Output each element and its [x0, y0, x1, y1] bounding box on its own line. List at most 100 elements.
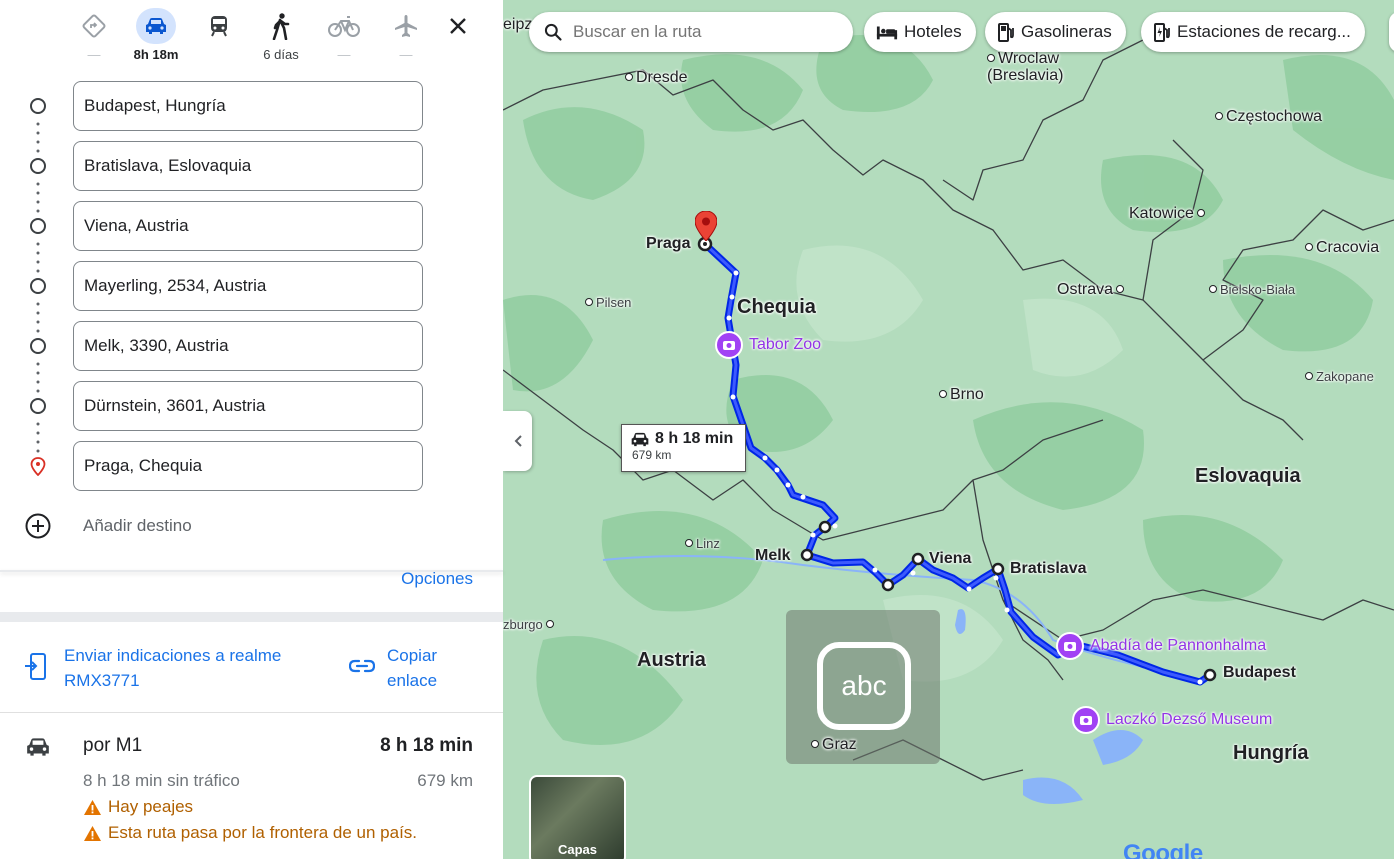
route-time: 8 h 18 min: [380, 735, 473, 756]
city-dot-icon: [987, 54, 995, 62]
city-dot-icon: [1215, 112, 1223, 120]
place-label-melk[interactable]: Melk: [755, 547, 791, 565]
poi-tabor-zoo[interactable]: Tabor Zoo: [715, 331, 821, 359]
waypoint-input[interactable]: [73, 201, 423, 251]
place-label: Graz: [811, 736, 857, 754]
city-dot-icon: [585, 298, 593, 306]
mode-best[interactable]: —: [71, 8, 117, 63]
place-label-praga[interactable]: Praga: [646, 235, 690, 253]
place-label: Bielsko-Biała: [1209, 282, 1295, 297]
close-button[interactable]: [444, 12, 472, 40]
place-label: Cracovia: [1305, 239, 1379, 257]
city-dot-icon: [1196, 209, 1205, 217]
waypoint-row: [0, 81, 503, 131]
city-dot-icon: [625, 73, 633, 81]
copy-label: Copiar enlace: [387, 646, 438, 690]
copy-link-button[interactable]: Copiar enlace: [349, 643, 447, 693]
waypoint-row: [0, 261, 503, 311]
google-logo: Google: [1123, 840, 1203, 859]
options-link[interactable]: Opciones: [401, 569, 473, 589]
waypoint-input[interactable]: [73, 141, 423, 191]
route-via: por M1: [83, 735, 143, 756]
chip-gas-stations[interactable]: Gasolineras: [985, 12, 1126, 52]
waypoint-input[interactable]: [73, 381, 423, 431]
route-no-traffic: 8 h 18 min sin tráfico: [83, 771, 240, 790]
chip-label: Gasolineras: [1021, 22, 1112, 41]
camera-pin-icon: [1056, 632, 1084, 660]
add-circle-icon: [25, 513, 51, 539]
waypoint-input[interactable]: [73, 81, 423, 131]
chevron-left-icon: [514, 435, 522, 447]
add-destination-row[interactable]: Añadir destino: [0, 506, 503, 546]
waypoint-input[interactable]: [73, 441, 423, 491]
bed-icon: [876, 26, 898, 40]
country-label: Austria: [637, 649, 706, 671]
layers-button[interactable]: Capas: [529, 775, 626, 859]
place-label-viena[interactable]: Viena: [929, 550, 971, 568]
waypoint-row: [0, 381, 503, 431]
car-icon: [146, 18, 166, 34]
directions-panel: — 8h 18m 6 días — — Budapest, Hungría Br…: [0, 0, 503, 859]
country-label: Hungría: [1233, 742, 1309, 764]
city-dot-icon: [1209, 285, 1217, 293]
bicycle-icon: [328, 16, 360, 37]
place-label: zburgo: [503, 617, 557, 632]
camera-pin-icon: [1072, 706, 1100, 734]
waypoint-row: [0, 141, 503, 191]
place-label: Dresde: [625, 69, 688, 87]
poi-laczko-museum[interactable]: Laczkó Dezső Museum: [1072, 706, 1272, 734]
badge-time: 8 h 18 min: [655, 430, 734, 447]
city-dot-icon: [545, 620, 554, 628]
send-to-phone-icon: [25, 653, 46, 680]
chip-hotels[interactable]: Hoteles: [864, 12, 976, 52]
waypoint-row: [0, 321, 503, 371]
collapse-panel-button[interactable]: [503, 411, 532, 471]
badge-distance: 679 km: [632, 448, 672, 462]
place-label: Linz: [685, 536, 720, 551]
car-icon: [27, 738, 49, 756]
mode-flight[interactable]: —: [383, 8, 429, 63]
country-label: Eslovaquia: [1195, 465, 1301, 487]
route-search-box[interactable]: [529, 12, 853, 52]
place-label: Ostrava: [1057, 281, 1127, 299]
waypoint-row: [0, 201, 503, 251]
poi-pannonhalma[interactable]: Abadía de Pannonhalma: [1056, 632, 1266, 660]
city-dot-icon: [811, 740, 819, 748]
mode-walk[interactable]: 6 días: [258, 8, 304, 63]
gas-pump-icon: [998, 23, 1014, 42]
ev-charger-icon: [1154, 23, 1170, 42]
route-warning: Hay peajes: [83, 797, 193, 817]
directions-diamond-icon: [82, 14, 106, 38]
place-label: Pilsen: [585, 295, 631, 310]
country-label: Chequia: [737, 296, 816, 318]
chip-overflow[interactable]: [1389, 12, 1394, 52]
divider: [0, 712, 503, 713]
place-label: Brno: [939, 386, 984, 404]
chip-charging-stations[interactable]: Estaciones de recarg...: [1141, 12, 1365, 52]
mode-transit[interactable]: [196, 8, 242, 63]
mode-car[interactable]: 8h 18m: [133, 8, 179, 63]
destination-pin-icon[interactable]: [695, 211, 717, 241]
waypoint-input[interactable]: [73, 261, 423, 311]
route-distance: 679 km: [417, 771, 473, 790]
warning-icon: [84, 825, 101, 841]
search-icon: [544, 23, 562, 41]
airplane-icon: [395, 15, 417, 37]
waypoint-input[interactable]: [73, 321, 423, 371]
route-search-input[interactable]: [573, 22, 833, 42]
place-label-budapest[interactable]: Budapest: [1223, 664, 1296, 682]
text-selection-overlay[interactable]: abc: [786, 610, 940, 764]
abc-icon: abc: [817, 642, 911, 730]
city-dot-icon: [685, 539, 693, 547]
place-label: Częstochowa: [1215, 108, 1322, 126]
camera-pin-icon: [715, 331, 743, 359]
car-icon: [631, 432, 649, 446]
train-icon: [211, 16, 227, 37]
send-to-phone-button[interactable]: Enviar indicaciones a realme RMX3771: [24, 643, 324, 693]
route-duration-badge[interactable]: 8 h 18 min 679 km: [621, 424, 746, 472]
place-label: Wroclaw (Breslavia): [987, 50, 1064, 84]
place-label-bratislava[interactable]: Bratislava: [1010, 560, 1087, 578]
place-label: eipz: [503, 16, 533, 33]
mode-bike[interactable]: —: [321, 8, 367, 63]
add-destination-label: Añadir destino: [83, 516, 192, 535]
